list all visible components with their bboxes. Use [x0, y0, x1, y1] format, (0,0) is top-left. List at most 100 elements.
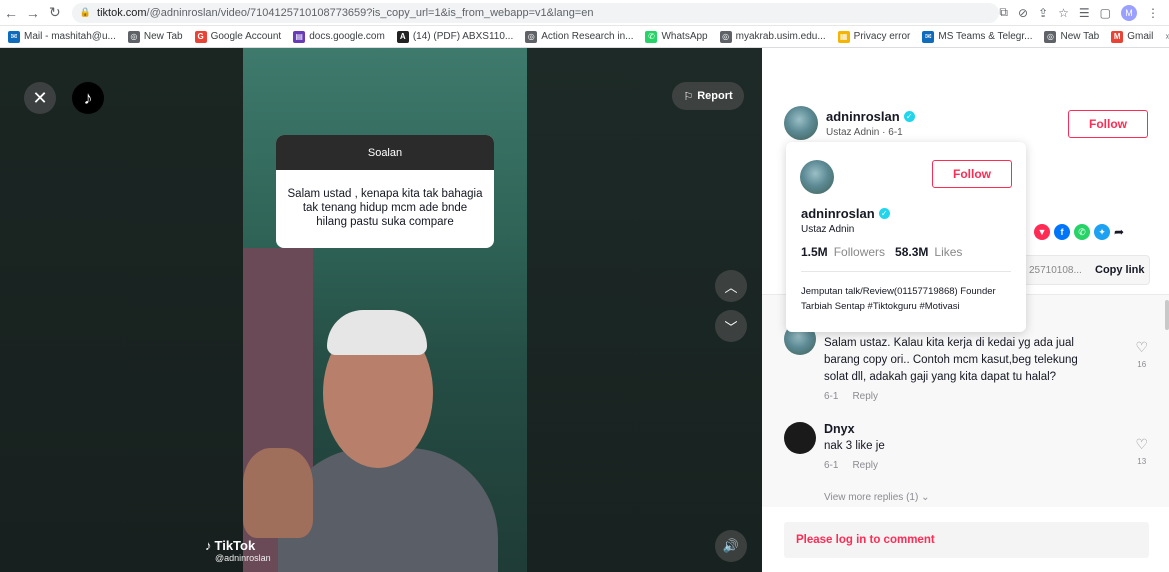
- bookmark-label: docs.google.com: [309, 31, 385, 42]
- comment-like[interactable]: ♡ 16: [1135, 339, 1148, 369]
- profile-avatar[interactable]: M: [1121, 4, 1137, 21]
- author-row[interactable]: adninroslan ✓ Ustaz Adnin · 6-1: [784, 106, 915, 140]
- close-button[interactable]: ✕: [24, 82, 56, 114]
- bookmark-item[interactable]: ✉ Mail - mashitah@u...: [8, 30, 116, 43]
- address-bar[interactable]: 🔒 tiktok.com/@adninroslan/video/71041257…: [71, 2, 1000, 23]
- chevron-down-icon: ﹀: [724, 319, 738, 335]
- comment-like-count: 13: [1137, 457, 1147, 466]
- comment-reply-button[interactable]: Reply: [852, 460, 878, 471]
- comment-text: Salam ustaz. Kalau kita kerja di kedai y…: [824, 337, 1078, 383]
- bookmark-label: MS Teams & Telegr...: [938, 31, 1033, 42]
- comment-item: Dnyx nak 3 like je 6-1 Reply ♡ 13: [784, 422, 1154, 471]
- follow-button[interactable]: Follow: [1068, 110, 1148, 138]
- bookmark-favicon-icon: ▦: [837, 30, 850, 43]
- forward-icon[interactable]: →: [22, 5, 44, 21]
- bookmark-item[interactable]: ◎ Action Research in...: [525, 30, 633, 43]
- bookmark-star-icon[interactable]: ☆: [1058, 6, 1069, 20]
- question-card: Soalan Salam ustad , kenapa kita tak bah…: [276, 135, 494, 248]
- bookmark-favicon-icon: ▤: [293, 30, 306, 43]
- video-url-snippet: 25710108...: [1029, 264, 1082, 276]
- bookmarks-overflow-icon[interactable]: »: [1165, 31, 1169, 42]
- twitter-icon[interactable]: ✦: [1094, 224, 1110, 240]
- view-more-replies[interactable]: View more replies (1) ⌄: [824, 492, 929, 503]
- volume-icon: 🔊: [722, 538, 740, 553]
- bookmark-label: myakrab.usim.edu...: [735, 31, 826, 42]
- author-avatar[interactable]: [784, 106, 818, 140]
- install-icon[interactable]: ⧉: [999, 5, 1008, 20]
- bookmark-item[interactable]: ▦ Privacy error: [837, 30, 911, 43]
- bookmark-item[interactable]: M Gmail: [1111, 30, 1153, 43]
- heart-icon[interactable]: ♡: [1135, 436, 1148, 453]
- followers-count: 1.5M: [801, 245, 828, 259]
- url-path: /@adninroslan/video/7104125710108773659?…: [146, 6, 594, 19]
- bookmark-label: (14) (PDF) ABXS110...: [412, 31, 514, 42]
- browser-toolbar: ← → ↻ 🔒 tiktok.com/@adninroslan/video/71…: [0, 0, 1169, 26]
- bookmark-favicon-icon: ◎: [719, 30, 732, 43]
- comments-scrollbar[interactable]: [1165, 300, 1169, 330]
- reading-list-icon[interactable]: ☰: [1079, 6, 1090, 20]
- bookmark-favicon-icon: ✉: [8, 30, 20, 43]
- popover-avatar[interactable]: [800, 160, 834, 194]
- followers-label: Followers: [833, 245, 886, 259]
- whatsapp-icon[interactable]: ✆: [1074, 224, 1090, 240]
- volume-button[interactable]: 🔊: [715, 530, 747, 562]
- copy-link-button[interactable]: Copy link: [1087, 264, 1145, 276]
- menu-icon[interactable]: ⋮: [1147, 6, 1159, 20]
- profile-popover: Follow adninroslan ✓ Ustaz Adnin 1.5M Fo…: [786, 142, 1026, 332]
- video-backdrop-left: [0, 48, 243, 572]
- comment-date: 6-1: [824, 391, 839, 402]
- bookmark-item[interactable]: G Google Account: [194, 30, 282, 43]
- question-title: Soalan: [276, 135, 494, 170]
- popover-follow-button[interactable]: Follow: [932, 160, 1012, 188]
- watermark-brand: TikTok: [214, 538, 256, 553]
- author-username: adninroslan: [826, 108, 900, 124]
- commenter-name[interactable]: Dnyx: [824, 422, 1104, 436]
- popover-stats: 1.5M Followers 58.3M Likes: [801, 245, 962, 259]
- chrome-actions: ⧉ ⊘ ⇪ ☆ ☰ ▢ M ⋮: [999, 4, 1169, 21]
- report-button[interactable]: ⚐ Report: [672, 82, 744, 110]
- share-page-icon[interactable]: ⇪: [1038, 6, 1048, 20]
- video-player[interactable]: Soalan Salam ustad , kenapa kita tak bah…: [0, 48, 762, 572]
- facebook-icon[interactable]: f: [1054, 224, 1070, 240]
- lock-icon: 🔒: [79, 7, 92, 17]
- comment-item: Salam ustaz. Kalau kita kerja di kedai y…: [784, 323, 1154, 402]
- bookmark-favicon-icon: G: [194, 30, 207, 43]
- previous-video-button[interactable]: ︿: [715, 270, 747, 302]
- reload-icon[interactable]: ↻: [44, 4, 66, 21]
- bookmark-favicon-icon: ◎: [1044, 30, 1057, 43]
- comment-reply-button[interactable]: Reply: [852, 391, 878, 402]
- bookmark-label: Google Account: [210, 31, 282, 42]
- heart-icon[interactable]: ♡: [1135, 339, 1148, 356]
- bookmark-item[interactable]: A (14) (PDF) ABXS110...: [396, 30, 514, 43]
- popover-username[interactable]: adninroslan ✓: [801, 206, 890, 221]
- bookmark-item[interactable]: ✉ MS Teams & Telegr...: [922, 30, 1033, 43]
- tiktok-logo-icon[interactable]: ♪: [72, 82, 104, 114]
- video-frame[interactable]: Soalan Salam ustad , kenapa kita tak bah…: [243, 48, 527, 572]
- commenter-avatar[interactable]: [784, 422, 816, 454]
- bookmark-item[interactable]: ✆ WhatsApp: [645, 30, 708, 43]
- next-video-button[interactable]: ﹀: [715, 310, 747, 342]
- login-to-comment[interactable]: Please log in to comment: [784, 522, 1149, 558]
- verified-badge-icon: ✓: [878, 208, 890, 219]
- bookmark-label: New Tab: [143, 31, 183, 42]
- more-share-icon[interactable]: ➦: [1114, 225, 1124, 239]
- url-domain: tiktok.com: [97, 6, 147, 19]
- bookmarks-bar: ✉ Mail - mashitah@u... ◎ New Tab G Google Acc…: [0, 26, 1169, 48]
- likes-count: 58.3M: [895, 245, 929, 259]
- bookmark-item[interactable]: ◎ myakrab.usim.edu...: [719, 30, 826, 43]
- embed-icon[interactable]: ▼: [1034, 224, 1050, 240]
- back-icon[interactable]: ←: [0, 5, 22, 21]
- bookmark-favicon-icon: ✆: [645, 30, 658, 43]
- comment-like[interactable]: ♡ 13: [1135, 436, 1148, 466]
- flag-icon: ⚐: [683, 90, 694, 103]
- extension-icon[interactable]: ⊘: [1018, 6, 1028, 20]
- bookmark-item[interactable]: ◎ New Tab: [127, 30, 183, 43]
- bookmark-favicon-icon: ◎: [525, 30, 538, 43]
- bookmark-item[interactable]: ◎ New Tab: [1044, 30, 1099, 43]
- bookmark-item[interactable]: ▤ docs.google.com: [293, 30, 385, 43]
- author-name[interactable]: adninroslan ✓: [826, 109, 915, 124]
- verified-badge-icon: ✓: [903, 110, 915, 122]
- bookmark-label: Privacy error: [853, 31, 911, 42]
- likes-label: Likes: [934, 245, 963, 259]
- side-panel-icon[interactable]: ▢: [1100, 6, 1111, 20]
